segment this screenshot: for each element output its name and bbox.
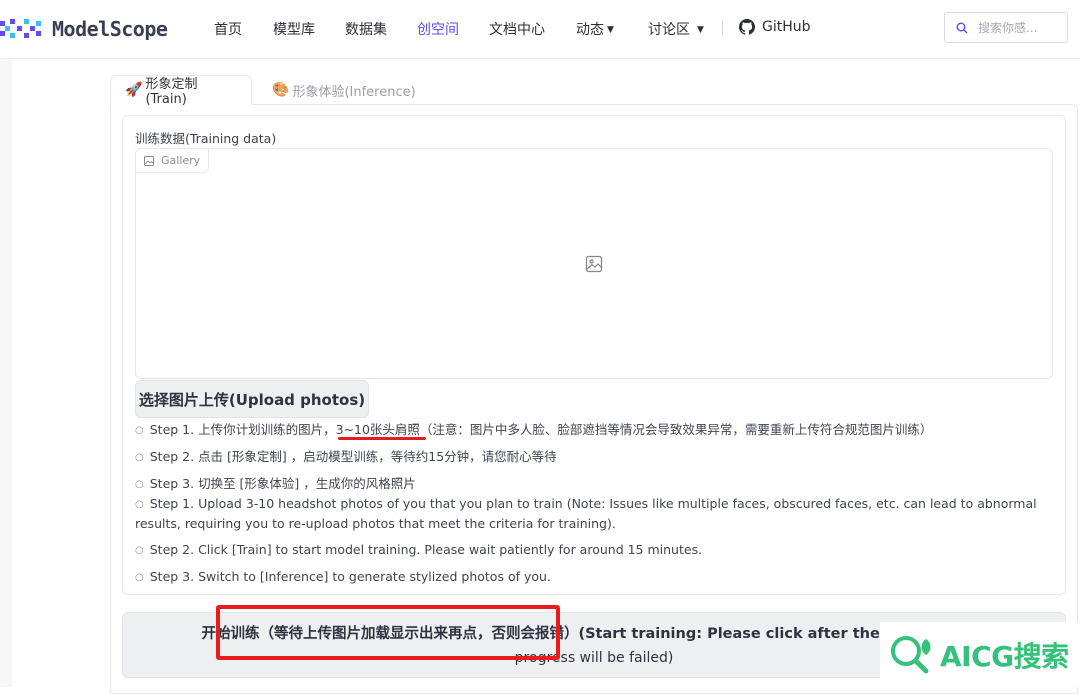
gallery-tag: Gallery [135, 148, 210, 173]
nav-item-forum[interactable]: 讨论区 ▼ [648, 19, 704, 39]
left-gutter [0, 59, 12, 687]
step-cn-3-text: Step 3. 切换至 [形象体验] ，生成你的风格照片 [149, 476, 416, 491]
logo-mark-icon [0, 19, 41, 38]
logo-text: ModelScope [52, 17, 168, 41]
step-en-2-text: Step 2. Click [Train] to start model tra… [149, 542, 703, 557]
bullet-icon: ○ [135, 545, 144, 556]
search-icon [956, 22, 968, 33]
gallery-icon [144, 155, 154, 166]
tab-inference[interactable]: 🎨 形象体验(Inference) [258, 75, 430, 105]
nav-item-forum-label: 讨论区 [648, 22, 690, 38]
bullet-icon: ○ [135, 425, 144, 436]
bullet-icon: ○ [135, 499, 144, 510]
nav-item-datasets[interactable]: 数据集 [345, 19, 387, 39]
search-box[interactable] [944, 12, 1068, 43]
aicg-watermark: AICG搜索 [880, 622, 1080, 687]
caret-down-icon: ▼ [697, 25, 704, 35]
nav-item-news[interactable]: 动态 ▼ [576, 19, 614, 39]
search-input[interactable] [976, 19, 1066, 36]
github-icon [739, 19, 755, 35]
red-underline-annotation [338, 437, 426, 440]
step-cn-1-pre: Step 1. 上传你计划训练的图片， [149, 422, 336, 437]
nav-item-news-label: 动态 [576, 22, 604, 38]
top-nav: ModelScope 首页 模型库 数据集 创空间 文档中心 动态 ▼ 讨论区 ▼ … [0, 0, 1080, 59]
bullet-icon: ○ [135, 572, 144, 583]
step-cn-1-highlight: 3~10张头肩照 [335, 422, 420, 437]
step-en-3-text: Step 3. Switch to [Inference] to generat… [149, 569, 551, 584]
tab-inference-label: 形象体验(Inference) [292, 84, 416, 100]
step-cn-3: ○ Step 3. 切换至 [形象体验] ，生成你的风格照片 [135, 474, 416, 494]
nav-divider [722, 20, 723, 36]
modelscope-logo[interactable]: ModelScope [0, 14, 168, 44]
step-en-1: ○ Step 1. Upload 3-10 headshot photos of … [135, 494, 1053, 533]
nav-item-models[interactable]: 模型库 [273, 19, 315, 39]
step-cn-1: ○ Step 1. 上传你计划训练的图片，3~10张头肩照（注意：图片中多人脸、脸… [135, 420, 932, 440]
rocket-icon: 🚀 [125, 82, 143, 98]
nav-item-studios[interactable]: 创空间 [417, 19, 459, 39]
step-cn-2-text: Step 2. 点击 [形象定制] ，启动模型训练，等待约15分钟，请您耐心等待 [149, 449, 557, 464]
tab-train[interactable]: 🚀 形象定制(Train) [110, 75, 252, 107]
step-en-1-text: Step 1. Upload 3-10 headshot photos of y… [135, 496, 1037, 531]
painting-icon: 🎨 [272, 82, 290, 98]
training-data-label: 训练数据(Training data) [135, 131, 277, 146]
image-placeholder-icon [585, 255, 603, 273]
watermark-text: AICG搜索 [940, 639, 1069, 673]
github-label: GitHub [762, 19, 811, 35]
nav-item-docs[interactable]: 文档中心 [489, 19, 545, 39]
bullet-icon: ○ [135, 479, 144, 490]
magnifier-leaf-icon [891, 635, 931, 673]
step-en-2: ○ Step 2. Click [Train] to start model tr… [135, 540, 702, 560]
step-en-3: ○ Step 3. Switch to [Inference] to genera… [135, 567, 551, 587]
step-cn-1-post: （注意：图片中多人脸、脸部遮挡等情况会导致效果异常，需要重新上传符合规范图片训练… [419, 422, 933, 437]
github-link[interactable]: GitHub [739, 19, 811, 35]
bullet-icon: ○ [135, 452, 144, 463]
gallery-tag-label: Gallery [161, 154, 201, 167]
red-box-annotation [216, 605, 560, 660]
caret-down-icon: ▼ [607, 25, 614, 35]
tab-train-label: 形象定制(Train) [145, 77, 198, 107]
step-cn-2: ○ Step 2. 点击 [形象定制] ，启动模型训练，等待约15分钟，请您耐心等… [135, 447, 557, 467]
upload-photos-button[interactable]: 选择图片上传(Upload photos) [135, 380, 369, 418]
nav-item-home[interactable]: 首页 [214, 19, 242, 39]
